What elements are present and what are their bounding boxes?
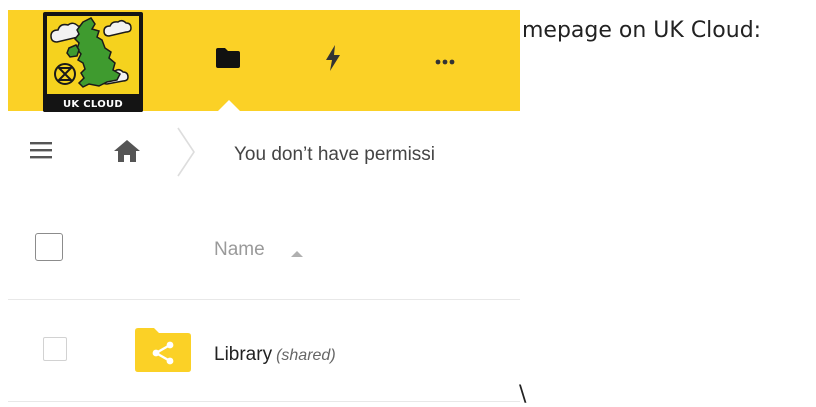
app-header: UK CLOUD [8,10,520,112]
row-divider [8,401,520,402]
table-row[interactable]: Library (shared) [8,300,520,400]
home-icon[interactable] [114,140,140,167]
file-name-label: Library [214,344,273,365]
shared-folder-icon [135,328,191,377]
nav-activity[interactable] [298,10,368,111]
controls-bar: You don’t have permissi [8,122,520,194]
file-list-header: Name [8,217,520,289]
nav-files[interactable] [193,10,263,111]
stray-mark: \ [519,382,527,407]
row-checkbox[interactable] [43,337,67,361]
select-all-checkbox[interactable] [35,233,63,261]
column-name-header[interactable]: Name [214,239,265,261]
more-icon [435,52,455,70]
caption-text: mepage on UK Cloud: [522,18,762,43]
shared-tag: (shared) [276,347,336,364]
file-name[interactable]: Library (shared) [214,344,336,366]
active-tab-caret [217,100,241,112]
nav-more[interactable] [410,10,480,111]
logo-graphic [43,16,143,112]
uk-cloud-logo[interactable]: UK CLOUD [43,12,143,112]
permission-notice: You don’t have permissi [234,144,436,165]
menu-toggle-icon[interactable] [30,140,52,165]
sort-ascending-icon[interactable] [291,245,303,263]
breadcrumb-separator-icon [174,122,198,187]
folder-icon [216,48,240,73]
lightning-icon [325,45,341,76]
logo-text: UK CLOUD [62,99,124,110]
